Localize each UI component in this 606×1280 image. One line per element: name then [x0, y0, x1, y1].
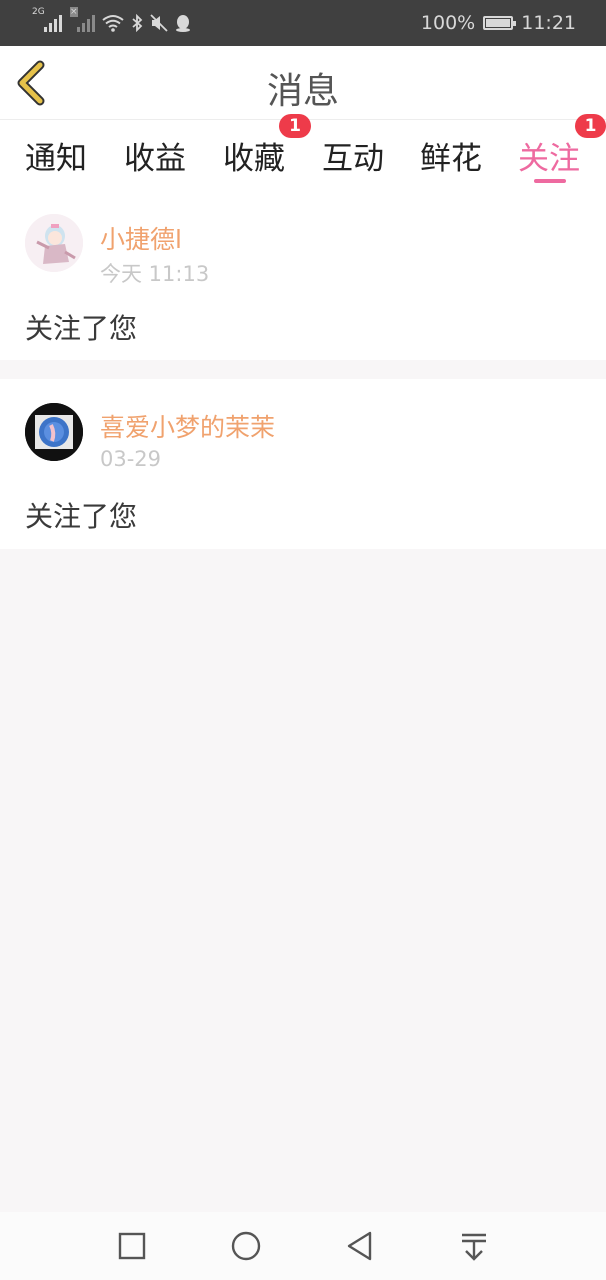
message-text: 关注了您 — [25, 312, 138, 345]
wifi-icon — [102, 15, 124, 32]
message-time: 03-29 — [100, 447, 162, 471]
notification-pull-icon — [462, 1233, 486, 1261]
active-tab-indicator — [534, 179, 566, 183]
follows-badge: 1 — [575, 114, 606, 138]
tab-bar: 通知 收益 收藏 1 互动 鲜花 关注 1 — [0, 114, 606, 196]
list-item[interactable]: 小捷德l 今天 11:13 关注了您 — [0, 196, 606, 360]
avatar[interactable] — [25, 403, 83, 461]
qq-penguin-icon — [176, 15, 190, 32]
tab-follows[interactable]: 关注 — [518, 133, 580, 178]
message-time: 今天 11:13 — [100, 262, 210, 286]
recent-apps-button[interactable] — [116, 1230, 148, 1262]
battery-percent: 100% — [420, 12, 476, 34]
list-item[interactable]: 喜爱小梦的茉茉 03-29 关注了您 — [0, 379, 606, 549]
home-button[interactable] — [230, 1230, 262, 1262]
tab-interactions[interactable]: 互动 — [322, 133, 384, 178]
back-nav-button[interactable] — [344, 1230, 376, 1262]
signal-icon: 2G — [32, 7, 62, 32]
tab-favorites[interactable]: 收藏 — [223, 133, 285, 178]
notification-pull-button[interactable] — [458, 1230, 490, 1262]
page-title: 消息 — [266, 71, 339, 112]
status-icons: 2G × — [32, 7, 191, 32]
signal-no-service-icon: × — [69, 7, 95, 32]
network-type-label: 2G — [32, 7, 45, 17]
bluetooth-icon — [132, 14, 143, 32]
mute-icon — [150, 14, 168, 32]
avatar[interactable] — [25, 214, 83, 272]
tab-notifications[interactable]: 通知 — [25, 133, 87, 178]
username[interactable]: 小捷德l — [100, 220, 182, 256]
circle-icon — [231, 1231, 261, 1261]
system-nav-bar — [0, 1212, 606, 1280]
triangle-back-icon — [347, 1231, 372, 1261]
battery-icon — [483, 16, 517, 30]
clock: 11:21 — [521, 12, 576, 34]
tab-flowers[interactable]: 鲜花 — [420, 133, 482, 178]
tab-earnings[interactable]: 收益 — [124, 133, 186, 178]
message-text: 关注了您 — [25, 500, 138, 533]
username[interactable]: 喜爱小梦的茉茉 — [100, 408, 275, 444]
favorites-badge: 1 — [279, 114, 311, 138]
square-icon — [118, 1232, 146, 1260]
status-right: 100% 11:21 — [421, 12, 576, 34]
header: 消息 — [0, 46, 606, 120]
status-bar: 2G × 100% 11:21 — [0, 0, 606, 46]
